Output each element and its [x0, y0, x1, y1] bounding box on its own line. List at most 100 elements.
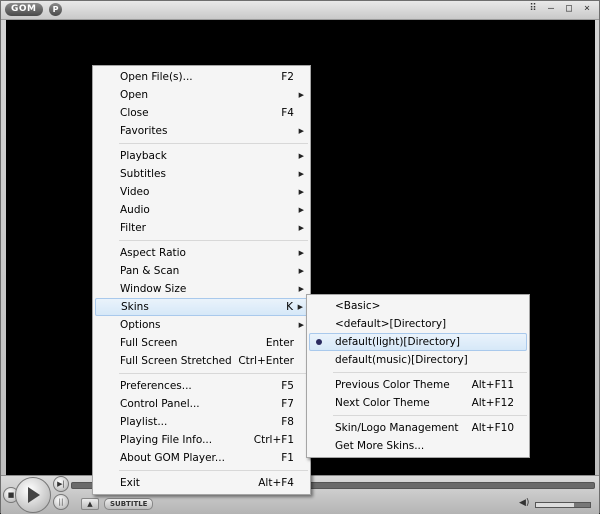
menu-item-get-more-skins[interactable]: Get More Skins...: [307, 437, 529, 455]
radio-check-icon: [316, 339, 322, 345]
menu-item-window-size[interactable]: Window Size ▶: [93, 280, 310, 298]
menu-item-label: default(light)[Directory]: [335, 336, 460, 348]
submenu-arrow-icon: ▶: [298, 267, 304, 275]
menu-item-exit[interactable]: Exit Alt+F4: [93, 474, 310, 492]
menu-item-shortcut: F7: [281, 398, 294, 410]
submenu-arrow-icon: ▶: [298, 249, 304, 257]
menu-item-favorites[interactable]: Favorites ▶: [93, 122, 310, 140]
volume-slider[interactable]: [535, 502, 591, 508]
menu-item-label: Get More Skins...: [335, 440, 425, 452]
menu-item-label: Skin/Logo Management: [335, 422, 459, 434]
window-controls: ⠿ – □ ×: [527, 3, 593, 15]
title-bar[interactable]: GOM P ⠿ – □ ×: [1, 1, 599, 20]
menu-item-shortcut: Alt+F4: [258, 477, 294, 489]
eject-button[interactable]: ▲: [81, 498, 99, 510]
menu-item-label: Next Color Theme: [335, 397, 430, 409]
menu-item-shortcut: F2: [281, 71, 294, 83]
menu-item-full-screen[interactable]: Full Screen Enter: [93, 334, 310, 352]
menu-item-default-music-directory[interactable]: default(music)[Directory]: [307, 351, 529, 369]
play-button[interactable]: [15, 477, 51, 513]
menu-item-control-panel[interactable]: Control Panel... F7: [93, 395, 310, 413]
menu-item-skin-logo-management[interactable]: Skin/Logo Management Alt+F10: [307, 419, 529, 437]
menu-item-label: Open File(s)...: [120, 71, 193, 83]
menu-item-full-screen-stretched[interactable]: Full Screen Stretched Ctrl+Enter: [93, 352, 310, 370]
menu-item-label: Previous Color Theme: [335, 379, 450, 391]
menu-item-shortcut: Alt+F11: [471, 379, 514, 391]
play-icon: [28, 487, 40, 503]
menu-item-shortcut: Ctrl+Enter: [238, 355, 294, 367]
menu-separator: [333, 372, 527, 373]
context-menu: Open File(s)... F2 Open ▶ Close F4 Favorites ▶ P…: [92, 65, 311, 495]
menu-item-previous-color-theme[interactable]: Previous Color Theme Alt+F11: [307, 376, 529, 394]
menu-item-label: Audio: [120, 204, 150, 216]
menu-item-aspect-ratio[interactable]: Aspect Ratio ▶: [93, 244, 310, 262]
menu-item-next-color-theme[interactable]: Next Color Theme Alt+F12: [307, 394, 529, 412]
menu-item-video[interactable]: Video ▶: [93, 183, 310, 201]
plus-badge-icon[interactable]: P: [49, 3, 62, 16]
menu-item-label: Preferences...: [120, 380, 192, 392]
menu-item-playlist[interactable]: Playlist... F8: [93, 413, 310, 431]
menu-item-label: Close: [120, 107, 149, 119]
menu-item-close[interactable]: Close F4: [93, 104, 310, 122]
submenu-arrow-icon: ▶: [298, 127, 304, 135]
menu-item-label: default(music)[Directory]: [335, 354, 468, 366]
options-icon[interactable]: ⠿: [527, 3, 539, 15]
menu-item-options[interactable]: Options ▶: [93, 316, 310, 334]
menu-item-open[interactable]: Open ▶: [93, 86, 310, 104]
speaker-icon[interactable]: ◀): [519, 498, 529, 508]
menu-item-filter[interactable]: Filter ▶: [93, 219, 310, 237]
maximize-button[interactable]: □: [563, 3, 575, 15]
menu-item-playing-file-info[interactable]: Playing File Info... Ctrl+F1: [93, 431, 310, 449]
menu-item-shortcut: F5: [281, 380, 294, 392]
gom-logo[interactable]: GOM: [5, 3, 43, 16]
submenu-arrow-icon: ▶: [298, 91, 304, 99]
menu-item-subtitles[interactable]: Subtitles ▶: [93, 165, 310, 183]
submenu-arrow-icon: ▶: [298, 152, 304, 160]
menu-item-label: <Basic>: [335, 300, 381, 312]
menu-item-shortcut: Enter: [265, 337, 294, 349]
menu-separator: [119, 240, 308, 241]
menu-item-open-file-s[interactable]: Open File(s)... F2: [93, 68, 310, 86]
menu-item-shortcut: F1: [281, 452, 294, 464]
menu-item-label: Full Screen: [120, 337, 178, 349]
submenu-arrow-icon: ▶: [298, 206, 304, 214]
menu-item-shortcut: Ctrl+F1: [253, 434, 294, 446]
menu-item-shortcut: K: [286, 301, 293, 313]
menu-item-preferences[interactable]: Preferences... F5: [93, 377, 310, 395]
submenu-arrow-icon: ▶: [298, 188, 304, 196]
menu-item-label: Aspect Ratio: [120, 247, 186, 259]
next-icon[interactable]: ▶|: [53, 476, 69, 492]
menu-item-label: Video: [120, 186, 150, 198]
menu-item-shortcut: Alt+F10: [471, 422, 514, 434]
menu-item-label: Exit: [120, 477, 140, 489]
menu-item-label: Playlist...: [120, 416, 168, 428]
menu-item-label: Options: [120, 319, 161, 331]
pause-icon[interactable]: ||: [53, 494, 69, 510]
menu-separator: [119, 373, 308, 374]
menu-item-default-light-directory[interactable]: default(light)[Directory]: [309, 333, 527, 351]
close-button[interactable]: ×: [581, 3, 593, 15]
menu-item-label: Open: [120, 89, 149, 101]
menu-item-label: <default>[Directory]: [335, 318, 447, 330]
skins-submenu: <Basic> <default>[Directory] default(light…: [306, 294, 530, 458]
submenu-arrow-icon: ▶: [297, 303, 303, 311]
subtitle-button[interactable]: SUBTITLE: [104, 498, 154, 510]
submenu-arrow-icon: ▶: [298, 170, 304, 178]
minimize-button[interactable]: –: [545, 3, 557, 15]
menu-item-pan-scan[interactable]: Pan & Scan ▶: [93, 262, 310, 280]
menu-item-about-gom-player[interactable]: About GOM Player... F1: [93, 449, 310, 467]
menu-item-audio[interactable]: Audio ▶: [93, 201, 310, 219]
volume-fill: [536, 503, 574, 507]
menu-item-basic[interactable]: <Basic>: [307, 297, 529, 315]
menu-item-default-directory[interactable]: <default>[Directory]: [307, 315, 529, 333]
menu-item-label: Filter: [120, 222, 147, 234]
menu-item-label: Full Screen Stretched: [120, 355, 232, 367]
submenu-arrow-icon: ▶: [298, 285, 304, 293]
menu-separator: [333, 415, 527, 416]
menu-item-label: Window Size: [120, 283, 187, 295]
menu-item-label: Playing File Info...: [120, 434, 213, 446]
menu-item-skins[interactable]: Skins K ▶: [95, 298, 308, 316]
menu-item-label: About GOM Player...: [120, 452, 225, 464]
menu-separator: [119, 143, 308, 144]
menu-item-playback[interactable]: Playback ▶: [93, 147, 310, 165]
